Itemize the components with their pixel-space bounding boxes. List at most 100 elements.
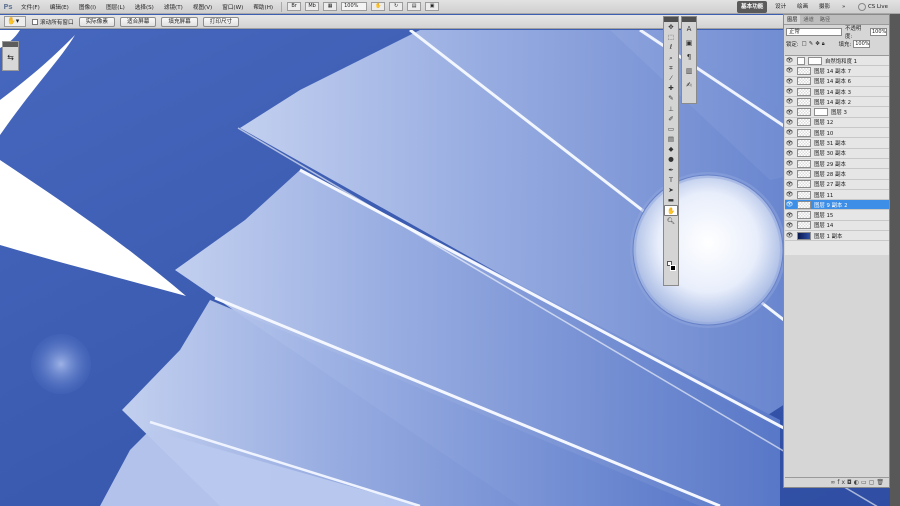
layer-thumbnail[interactable] <box>797 108 811 117</box>
screen-mode-icon[interactable]: ▣ <box>425 2 440 11</box>
visibility-eye-icon[interactable]: 👁︎ <box>785 160 794 167</box>
fill-input[interactable]: 100% <box>853 40 871 48</box>
layer-row[interactable]: 👁︎ 图层 30 副本 <box>785 149 889 159</box>
layer-thumbnail[interactable] <box>797 231 811 240</box>
visibility-eye-icon[interactable]: 👁︎ <box>785 212 794 219</box>
blur-tool-icon[interactable]: ◆ <box>664 144 678 154</box>
layer-row[interactable]: 👁︎ 图层 27 副本 <box>785 180 889 190</box>
layer-row[interactable]: 👁︎ 自然饱和度 1 <box>785 56 889 67</box>
menu-select[interactable]: 选择(S) <box>130 3 159 11</box>
shape-tool-icon[interactable]: ▬ <box>664 195 678 205</box>
crop-tool-icon[interactable]: ⌗ <box>664 63 678 73</box>
workspace-design[interactable]: 设计 <box>771 1 790 13</box>
menu-edit[interactable]: 编辑(E) <box>45 3 74 11</box>
layer-thumbnail[interactable] <box>797 159 811 168</box>
menu-layer[interactable]: 图层(L) <box>101 3 130 11</box>
pen-tool-icon[interactable]: ✒ <box>664 165 678 175</box>
dodge-tool-icon[interactable]: ● <box>664 154 678 164</box>
layer-thumbnail[interactable] <box>797 66 811 75</box>
marquee-tool-icon[interactable]: ⬚ <box>664 32 678 42</box>
tab-paths[interactable]: 路径 <box>817 15 833 24</box>
tab-layers[interactable]: 图层 <box>784 15 801 24</box>
lasso-tool-icon[interactable]: ℓ <box>664 42 678 52</box>
mini-bridge-button[interactable]: Mb <box>305 2 320 11</box>
bridge-button[interactable]: Br <box>287 2 302 11</box>
hand-tool-icon[interactable]: ✋ <box>371 2 386 11</box>
layer-thumbnail[interactable] <box>797 87 811 96</box>
hand-tool-icon[interactable]: ✋ <box>664 205 678 216</box>
layer-row[interactable]: 👁︎ 图层 3 <box>785 107 889 118</box>
layer-thumbnail[interactable] <box>797 139 811 148</box>
checkbox-box[interactable] <box>32 18 38 25</box>
layer-row[interactable]: 👁︎ 图层 9 副本 2 <box>785 200 889 211</box>
paragraph-style-icon[interactable]: ▣ <box>682 37 696 50</box>
rotate-view-icon[interactable]: ↻ <box>389 2 404 11</box>
layer-thumbnail[interactable] <box>797 211 811 220</box>
layer-row[interactable]: 👁︎ 图层 14 <box>785 221 889 232</box>
layer-thumbnail[interactable] <box>797 97 811 106</box>
workspace-essentials[interactable]: 基本功能 <box>737 1 768 13</box>
layer-thumbnail[interactable] <box>797 200 811 209</box>
visibility-eye-icon[interactable]: 👁︎ <box>785 140 794 147</box>
visibility-eye-icon[interactable]: 👁︎ <box>785 150 794 157</box>
visibility-eye-icon[interactable]: 👁︎ <box>785 201 794 208</box>
visibility-eye-icon[interactable]: 👁︎ <box>785 181 794 188</box>
visibility-eye-icon[interactable]: 👁︎ <box>785 57 794 64</box>
healing-tool-icon[interactable]: ✚ <box>664 83 678 93</box>
channels-icon[interactable]: ▥ <box>682 65 696 78</box>
menu-view[interactable]: 视图(V) <box>188 3 217 11</box>
layer-row[interactable]: 👁︎ 图层 14 副本 6 <box>785 77 889 87</box>
visibility-eye-icon[interactable]: 👁︎ <box>785 78 794 85</box>
actual-pixels-button[interactable]: 实际像素 <box>78 16 115 27</box>
fill-screen-button[interactable]: 填充屏幕 <box>161 16 198 27</box>
adjustment-icon[interactable]: ◐ <box>854 479 861 486</box>
visibility-eye-icon[interactable]: 👁︎ <box>785 98 794 105</box>
menu-image[interactable]: 图像(I) <box>74 3 101 11</box>
lock-icons[interactable]: □✎✥🔒︎ <box>802 41 827 48</box>
foreground-color-swatch[interactable] <box>670 265 676 271</box>
tab-channels[interactable]: 通道 <box>800 15 816 24</box>
mini-panel-header[interactable] <box>682 17 696 22</box>
group-icon[interactable]: ▭ <box>861 479 869 486</box>
layer-thumbnail[interactable] <box>797 169 811 178</box>
history-brush-tool-icon[interactable]: ✐ <box>664 114 678 124</box>
layer-row[interactable]: 👁︎ 图层 28 副本 <box>785 169 889 180</box>
layer-thumbnail[interactable] <box>797 221 811 230</box>
brush-tool-icon[interactable]: ✎ <box>664 93 678 103</box>
character-icon[interactable]: A <box>682 23 696 36</box>
layer-row[interactable]: 👁︎ 图层 31 副本 <box>785 138 889 149</box>
stamp-tool-icon[interactable]: ⊥ <box>664 104 678 114</box>
menu-filter[interactable]: 滤镜(T) <box>159 3 188 11</box>
layer-thumbnail[interactable] <box>797 128 811 137</box>
workspace-photography[interactable]: 摄影 <box>815 1 834 13</box>
print-size-button[interactable]: 打印尺寸 <box>202 16 240 27</box>
layer-row[interactable]: 👁︎ 图层 11 <box>785 190 889 201</box>
layer-thumbnail[interactable] <box>797 118 811 127</box>
type-tool-icon[interactable]: T <box>664 175 678 185</box>
layer-row[interactable]: 👁︎ 图层 12 <box>785 118 889 129</box>
eraser-tool-icon[interactable]: ▭ <box>664 124 678 134</box>
layer-thumbnail[interactable] <box>797 190 811 199</box>
gradient-tool-icon[interactable]: ▤ <box>664 134 678 144</box>
fx-icon[interactable]: fx <box>837 479 847 486</box>
visibility-eye-icon[interactable]: 👁︎ <box>785 129 794 136</box>
zoom-tool-icon[interactable]: 🔍︎ <box>664 216 678 226</box>
visibility-eye-icon[interactable]: 👁︎ <box>785 191 794 198</box>
tool-preset-picker[interactable]: ✋▾ <box>4 16 26 27</box>
eyedropper-tool-icon[interactable]: ⁄ <box>664 73 678 83</box>
adjust-icon[interactable]: ✍ <box>682 79 696 92</box>
visibility-eye-icon[interactable]: 👁︎ <box>785 88 794 95</box>
menu-help[interactable]: 帮助(H) <box>248 3 278 11</box>
layer-row[interactable]: 👁︎ 图层 1 副本 <box>785 231 889 242</box>
layer-thumbnail[interactable] <box>797 77 811 86</box>
menu-window[interactable]: 窗口(W) <box>217 3 248 11</box>
layer-thumbnail[interactable] <box>797 56 805 65</box>
layer-row[interactable]: 👁︎ 图层 15 <box>785 210 889 221</box>
collapsed-panel-header[interactable] <box>3 42 18 47</box>
layer-mask-thumbnail[interactable] <box>808 56 822 65</box>
opacity-input[interactable]: 100% <box>870 28 887 36</box>
layer-row[interactable]: 👁︎ 图层 14 副本 2 <box>785 97 889 108</box>
tool-presets-icon[interactable]: ⇆ <box>4 51 17 64</box>
visibility-eye-icon[interactable]: 👁︎ <box>785 232 794 239</box>
layer-row[interactable]: 👁︎ 图层 29 副本 <box>785 159 889 170</box>
